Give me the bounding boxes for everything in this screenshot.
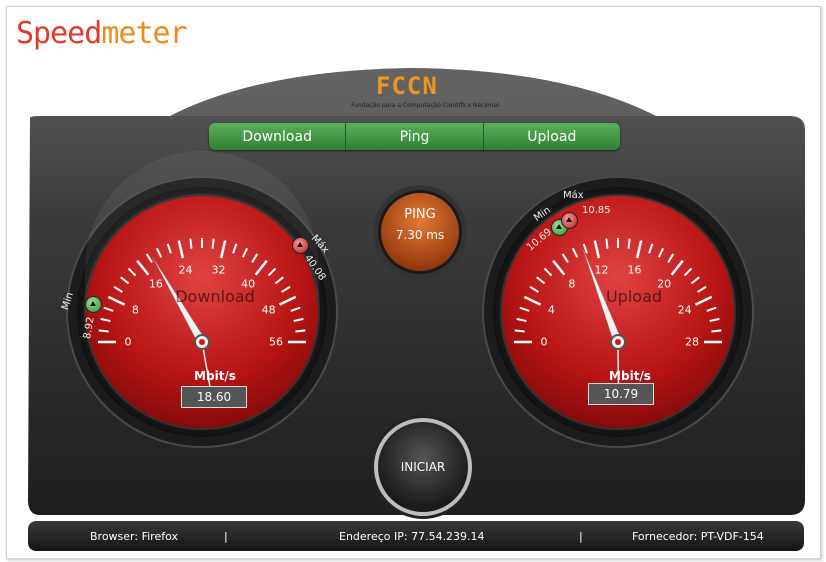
ul-scale-label: 8 [568, 277, 576, 291]
tab-ping[interactable]: Ping [346, 123, 484, 150]
footer-separator-2: | [579, 530, 583, 543]
status-footer: Browser: Firefox | Endereço IP: 77.54.23… [28, 521, 804, 551]
upload-max-value: 10.85 [582, 205, 611, 216]
ul-scale-label: 12 [594, 263, 609, 277]
upload-value: 10.79 [588, 383, 654, 405]
ul-scale-label: 16 [627, 263, 642, 277]
ping-value: 7.30 ms [395, 228, 445, 242]
ul-scale-label: 20 [657, 277, 672, 291]
download-unit: Mbit/s [194, 369, 236, 383]
dl-scale-label: 16 [148, 277, 163, 291]
test-tabs: Download Ping Upload [209, 123, 620, 150]
footer-browser: Browser: Firefox [90, 530, 178, 543]
footer-ip-address: Endereço IP: 77.54.239.14 [339, 530, 485, 543]
ping-label: PING [404, 207, 436, 222]
tab-download[interactable]: Download [209, 123, 347, 150]
ul-scale-label: 0 [540, 335, 548, 349]
footer-provider: Fornecedor: PT-VDF-154 [632, 530, 764, 543]
upload-max-label: Máx [563, 190, 584, 201]
upload-gauge-label: Upload [605, 287, 663, 306]
dl-scale-label: 8 [131, 303, 139, 317]
footer-separator-1: | [224, 530, 228, 543]
ul-scale-label: 4 [547, 303, 555, 317]
download-gauge-label: Download [175, 287, 255, 306]
upload-unit: Mbit/s [609, 369, 651, 383]
dl-scale-label: 32 [211, 263, 226, 277]
ul-scale-label: 24 [677, 303, 692, 317]
ul-needle-hub-center [615, 339, 621, 345]
dl-needle-hub-center [199, 339, 205, 345]
download-max-marker-icon [292, 237, 309, 254]
ul-tick [514, 329, 525, 333]
dl-tick [211, 238, 215, 249]
dl-scale-label: 48 [261, 303, 276, 317]
ul-tick [711, 329, 722, 333]
dl-scale-label: 40 [241, 277, 256, 291]
ul-tick [605, 238, 609, 249]
dl-scale-label: 24 [178, 263, 193, 277]
dl-scale-label: 56 [269, 335, 283, 349]
tab-upload[interactable]: Upload [483, 123, 620, 150]
dl-tick [189, 238, 193, 249]
fccn-logo: FCCN [376, 72, 438, 100]
dl-tick [295, 329, 306, 333]
download-value: 18.60 [181, 386, 247, 408]
dl-scale-label: 0 [124, 335, 132, 349]
download-min-marker-icon [85, 296, 102, 313]
dl-tick [98, 329, 109, 333]
ping-display: PING 7.30 ms [378, 190, 462, 274]
fccn-subtitle: Fundação para a Computação Científica Na… [351, 102, 499, 109]
start-button[interactable]: INICIAR [374, 418, 472, 516]
ul-scale-label: 28 [685, 335, 699, 349]
upload-max-marker-icon [561, 212, 578, 229]
ul-tick [627, 238, 631, 249]
